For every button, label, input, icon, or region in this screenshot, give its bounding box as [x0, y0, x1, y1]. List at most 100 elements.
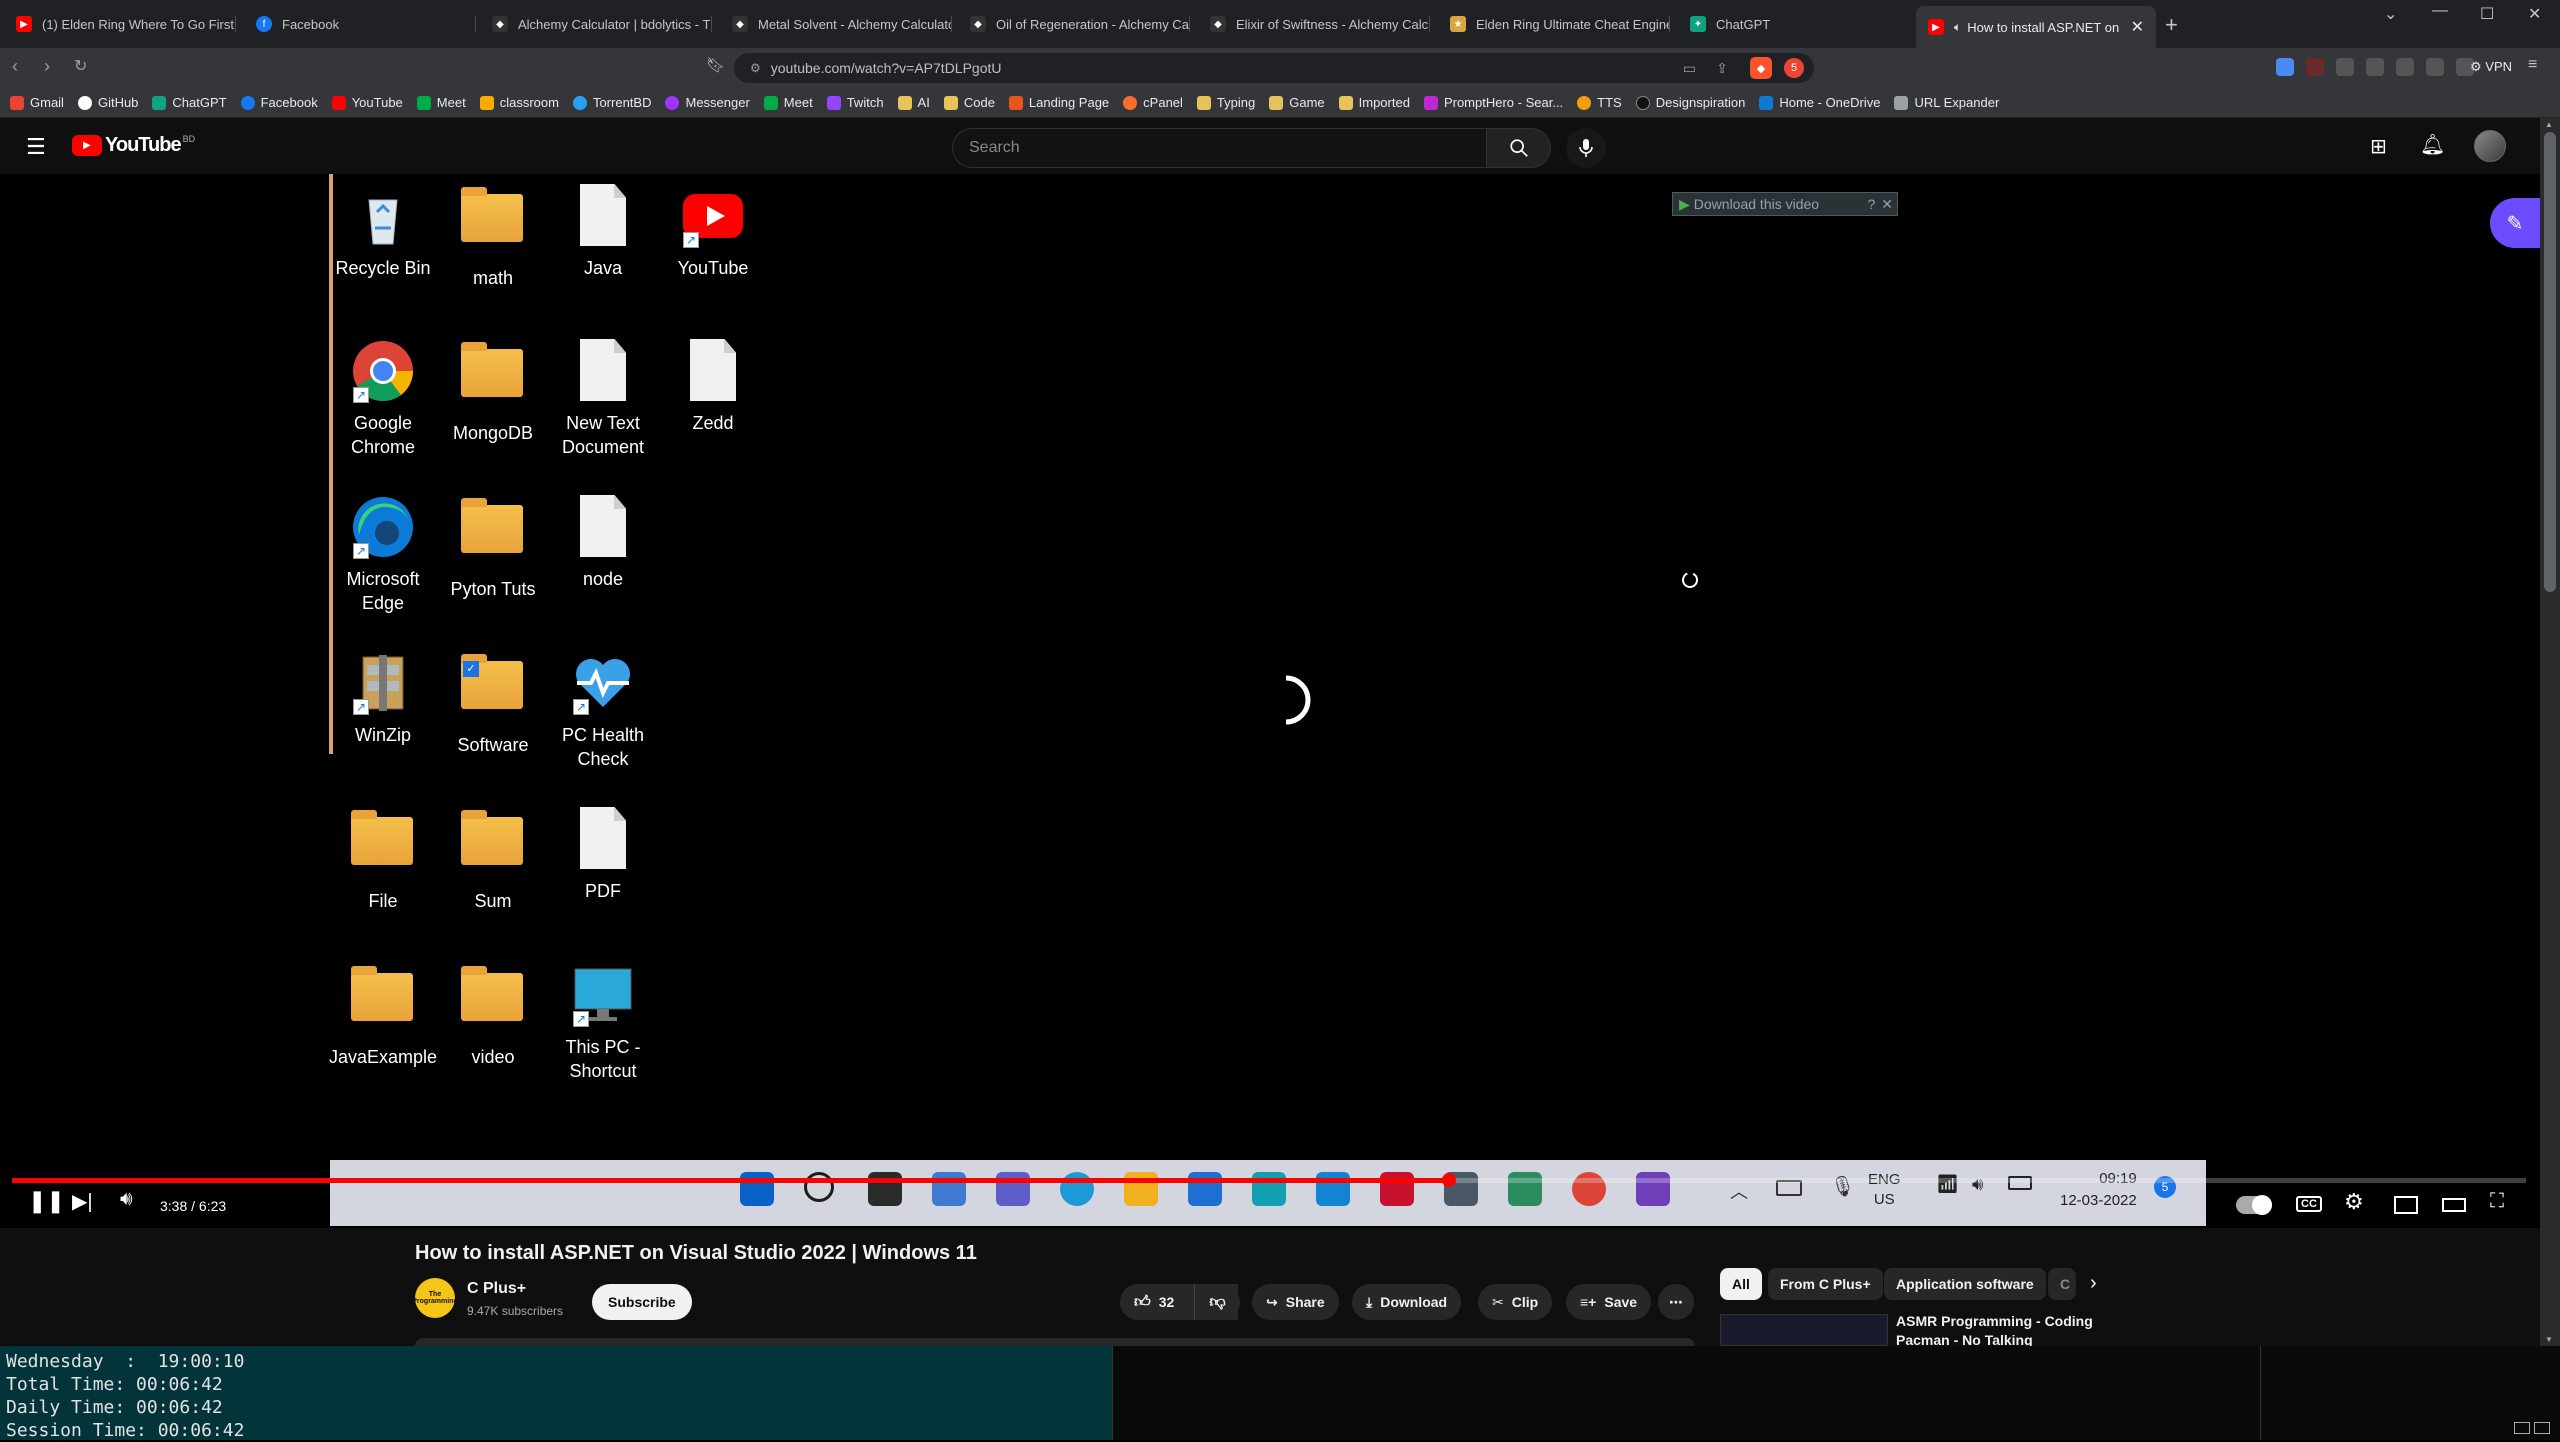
share-button[interactable]: ↪ Share — [1252, 1284, 1339, 1320]
tab-elden-ring[interactable]: ▶ (1) Elden Ring Where To Go First | El — [4, 8, 236, 40]
bookmark-folder-imported[interactable]: Imported — [1338, 95, 1410, 110]
video-progress-bar[interactable] — [12, 1173, 2526, 1187]
reload-button[interactable]: ↻ — [74, 56, 87, 76]
chip-from-channel[interactable]: From C Plus+ — [1768, 1268, 1883, 1300]
bookmark-onedrive[interactable]: Home - OneDrive — [1759, 95, 1880, 110]
bookmark-twitch[interactable]: Twitch — [826, 95, 884, 110]
tab-search-chevron-icon[interactable]: ⌄ — [2384, 4, 2397, 24]
scroll-up-icon[interactable]: ▲ — [2545, 120, 2553, 129]
chip-application-software[interactable]: Application software — [1884, 1268, 2046, 1300]
tab-asp-net-video[interactable]: ▶ 🔈︎ How to install ASP.NET on Vi ✕ — [1916, 6, 2156, 48]
notifications-bell-icon[interactable]: 🔔︎ — [2420, 132, 2445, 157]
close-icon[interactable]: ✕ — [1881, 196, 1893, 213]
hamburger-menu-icon[interactable]: ☰ — [26, 134, 46, 160]
avatar[interactable] — [2474, 130, 2506, 162]
share-icon[interactable]: ⇪ — [1716, 60, 1728, 77]
bookmark-icon[interactable]: 🔖︎ — [706, 56, 725, 74]
dislike-button[interactable]: 👎︎ — [1194, 1284, 1240, 1320]
bookmark-designspiration[interactable]: Designspiration — [1635, 95, 1745, 110]
bookmark-cpanel[interactable]: cPanel — [1123, 95, 1183, 110]
address-bar[interactable]: ⚙ youtube.com/watch?v=AP7tDLPgotU ▭ ⇪ ◆ … — [734, 53, 1814, 83]
tab-chatgpt[interactable]: ✦ ChatGPT — [1678, 8, 1910, 40]
chevron-right-icon[interactable]: › — [2090, 1272, 2097, 1295]
chip-all[interactable]: All — [1720, 1268, 1762, 1300]
new-tab-button[interactable]: + — [2165, 12, 2178, 38]
tab-metal-solvent[interactable]: ◆ Metal Solvent - Alchemy Calculator — [720, 8, 952, 40]
vpn-button[interactable]: ⚙ VPN — [2470, 59, 2512, 75]
subtitles-button[interactable]: CC — [2296, 1196, 2322, 1212]
channel-avatar[interactable]: The Programming — [412, 1278, 458, 1318]
search-input[interactable]: Search — [952, 128, 1487, 168]
side-assistant-button[interactable]: ✎ — [2490, 198, 2540, 248]
extension-icon[interactable] — [2276, 58, 2294, 76]
download-button[interactable]: ⤓ Download — [1352, 1284, 1462, 1320]
bookmark-facebook[interactable]: Facebook — [240, 95, 318, 110]
bookmark-folder-code[interactable]: Code — [943, 95, 995, 110]
description-box[interactable] — [415, 1338, 1695, 1346]
recommended-thumbnail[interactable] — [1720, 1314, 1888, 1346]
channel-name[interactable]: C Plus+ — [467, 1280, 526, 1298]
panel-layout-icon[interactable] — [2514, 1422, 2530, 1434]
extension-icon[interactable] — [2336, 58, 2354, 76]
bookmark-folder-typing[interactable]: Typing — [1196, 95, 1255, 110]
scrollbar-thumb[interactable] — [2544, 132, 2556, 592]
bookmark-messenger[interactable]: Messenger — [665, 95, 750, 110]
page-scrollbar[interactable]: ▲ ▼ — [2540, 118, 2560, 1346]
bookmark-folder-ai[interactable]: AI — [897, 95, 930, 110]
chip-c[interactable]: C — [2048, 1268, 2076, 1300]
maximize-button[interactable]: ☐ — [2480, 4, 2494, 24]
theater-mode-button[interactable] — [2442, 1198, 2466, 1212]
video-scrubber-handle[interactable] — [1442, 1173, 1456, 1187]
close-window-button[interactable]: ✕ — [2528, 4, 2541, 24]
subscribe-button[interactable]: Subscribe — [592, 1284, 692, 1320]
help-icon[interactable]: ? — [1867, 196, 1875, 212]
close-tab-icon[interactable]: ✕ — [2123, 17, 2144, 37]
tab-alchemy-calculator[interactable]: ◆ Alchemy Calculator | bdolytics - The — [480, 8, 712, 40]
cast-icon[interactable]: ▭ — [1683, 60, 1696, 77]
bookmark-prompthero[interactable]: PromptHero - Sear... — [1423, 95, 1563, 110]
bookmark-chatgpt[interactable]: ChatGPT — [152, 95, 227, 110]
next-video-button[interactable]: ▶| — [72, 1189, 93, 1214]
download-video-overlay[interactable]: ▶ Download this video ? ✕ — [1672, 192, 1898, 216]
back-button[interactable]: ‹ — [12, 56, 18, 77]
miniplayer-button[interactable] — [2394, 1196, 2418, 1214]
sidebar-icon[interactable] — [2426, 58, 2444, 76]
autoplay-toggle[interactable] — [2236, 1195, 2272, 1215]
bookmark-torrentbd[interactable]: TorrentBD — [572, 95, 651, 110]
extension-icon[interactable] — [2306, 58, 2324, 76]
bookmark-github[interactable]: GitHub — [77, 95, 138, 110]
music-extension-icon[interactable] — [2366, 58, 2384, 76]
tab-oil-of-regeneration[interactable]: ◆ Oil of Regeneration - Alchemy Calcu — [958, 8, 1190, 40]
bookmark-youtube[interactable]: YouTube — [331, 95, 403, 110]
voice-search-button[interactable] — [1566, 128, 1606, 168]
mute-button[interactable]: 🔊︎ — [120, 1188, 133, 1211]
site-info-icon[interactable]: ⚙ — [750, 61, 761, 75]
fullscreen-button[interactable]: ⛶ — [2490, 1190, 2504, 1213]
bookmark-url-expander[interactable]: URL Expander — [1894, 95, 1999, 110]
bookmark-landing-page[interactable]: Landing Page — [1008, 95, 1109, 110]
search-button[interactable] — [1487, 128, 1551, 168]
bookmark-meet-2[interactable]: Meet — [763, 95, 813, 110]
youtube-logo[interactable]: ▶ YouTube BD — [72, 134, 195, 157]
clip-button[interactable]: ✂ Clip — [1478, 1284, 1553, 1320]
pause-button[interactable]: ❚❚ — [28, 1188, 65, 1214]
forward-button[interactable]: › — [44, 56, 50, 77]
brave-shields-icon[interactable]: ◆ — [1750, 57, 1772, 79]
tab-facebook[interactable]: f Facebook — [244, 8, 476, 40]
menu-icon[interactable]: ≡ — [2528, 56, 2537, 74]
recommended-video-title[interactable]: ASMR Programming - Coding Pacman - No Ta… — [1896, 1312, 2093, 1350]
brave-rewards-icon[interactable]: 5 — [1784, 58, 1804, 78]
bookmark-gmail[interactable]: Gmail — [10, 95, 64, 110]
scroll-down-icon[interactable]: ▼ — [2545, 1335, 2553, 1344]
settings-gear-icon[interactable]: ⚙ — [2344, 1189, 2364, 1215]
create-video-icon[interactable]: ⊞ — [2370, 134, 2387, 159]
video-player[interactable]: Recycle Bin ↗ Google Chrome ↗ Microsoft … — [0, 174, 2540, 1228]
bookmark-tts[interactable]: TTS — [1577, 95, 1622, 110]
bookmark-folder-game[interactable]: Game — [1269, 95, 1325, 110]
audio-playing-icon[interactable]: 🔈︎ — [1954, 20, 1961, 35]
panel-layout-icon[interactable] — [2534, 1422, 2550, 1434]
bookmark-classroom[interactable]: classroom — [479, 95, 559, 110]
tab-cheat-engine[interactable]: ★ Elden Ring Ultimate Cheat Engine Ta — [1438, 8, 1670, 40]
extension-icon[interactable] — [2396, 58, 2414, 76]
bookmark-meet[interactable]: Meet — [416, 95, 466, 110]
